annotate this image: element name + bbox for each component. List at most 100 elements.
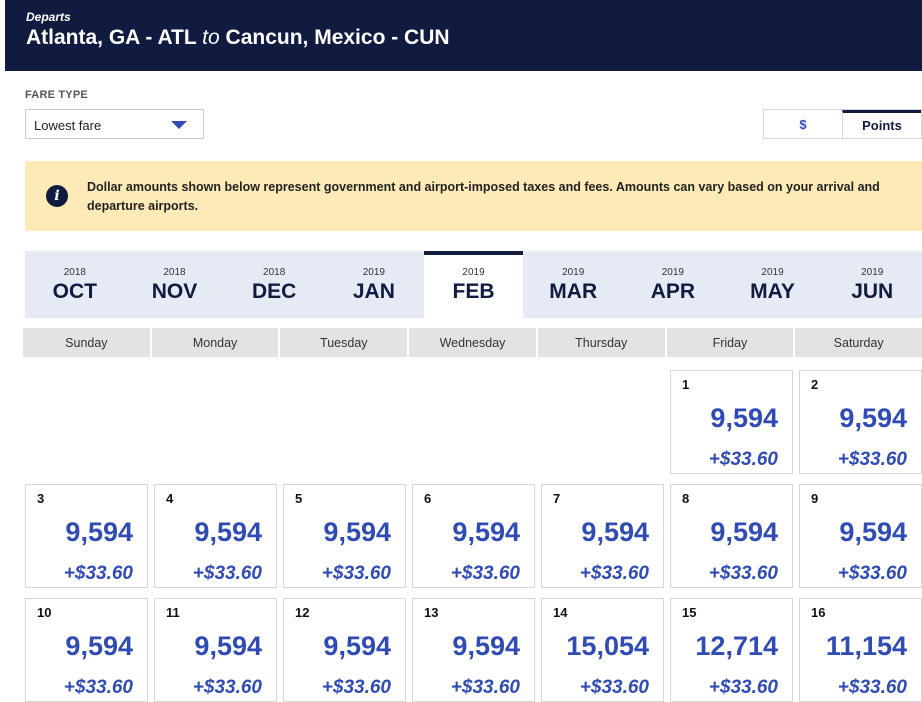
day-number: 4	[166, 491, 174, 506]
month-tab-label: APR	[650, 280, 696, 303]
month-tab-year: 2019	[562, 267, 585, 278]
points-price: 11,154	[825, 631, 907, 661]
month-tab-year: 2019	[861, 267, 884, 278]
taxes-fee: +$33.60	[450, 563, 520, 584]
points-price: 12,714	[695, 631, 778, 661]
calendar-day-1[interactable]: 1 9,594 +$33.60	[670, 370, 793, 474]
taxes-fee: +$33.60	[63, 677, 133, 698]
taxes-fee: +$33.60	[63, 563, 133, 584]
taxes-fee: +$33.60	[192, 677, 262, 698]
month-tab-year: 2019	[362, 267, 385, 278]
day-number: 13	[424, 605, 439, 620]
calendar-day-7[interactable]: 7 9,594 +$33.60	[541, 484, 664, 588]
points-price: 9,594	[839, 517, 907, 547]
day-number: 8	[682, 491, 690, 506]
calendar-day-16[interactable]: 16 11,154 +$33.60	[799, 598, 922, 702]
destination-city: Cancun, Mexico - CUN	[225, 26, 450, 49]
calendar-day-5[interactable]: 5 9,594 +$33.60	[283, 484, 406, 588]
taxes-fee: +$33.60	[837, 449, 907, 470]
taxes-fee: +$33.60	[708, 563, 778, 584]
taxes-fee: +$33.60	[192, 563, 262, 584]
points-price: 9,594	[839, 403, 907, 433]
taxes-fee: +$33.60	[579, 563, 649, 584]
month-tab-label: JUN	[851, 280, 894, 303]
weekday-friday: Friday	[666, 328, 794, 357]
day-number: 1	[682, 377, 690, 392]
month-tab-year: 2019	[462, 267, 485, 278]
weekday-sunday: Sunday	[23, 328, 150, 357]
month-tab-apr[interactable]: 2019 APR	[623, 251, 723, 318]
day-number: 11	[166, 605, 180, 620]
calendar-day-6[interactable]: 6 9,594 +$33.60	[412, 484, 535, 588]
dollars-toggle-option[interactable]: $	[764, 110, 842, 138]
chevron-down-icon	[171, 121, 187, 129]
taxes-fee: +$33.60	[321, 563, 391, 584]
month-tab-feb[interactable]: 2019 FEB	[423, 251, 524, 318]
weekday-header: Sunday Monday Tuesday Wednesday Thursday Frid…	[23, 328, 922, 357]
taxes-fee: +$33.60	[579, 677, 649, 698]
weekday-monday: Monday	[151, 328, 279, 357]
departs-label: Departs	[26, 10, 71, 24]
calendar-day-11[interactable]: 11 9,594 +$33.60	[154, 598, 277, 702]
points-price: 9,594	[452, 517, 520, 547]
month-tab-label: OCT	[52, 280, 97, 303]
calendar-day-8[interactable]: 8 9,594 +$33.60	[670, 484, 793, 588]
points-price: 9,594	[452, 631, 520, 661]
month-tab-jan[interactable]: 2019 JAN	[324, 251, 424, 318]
month-tab-year: 2018	[263, 267, 286, 278]
fare-type-label: FARE TYPE	[25, 89, 88, 101]
calendar-day-14[interactable]: 14 15,054 +$33.60	[541, 598, 664, 702]
month-tab-may[interactable]: 2019 MAY	[723, 251, 823, 318]
points-price: 15,054	[566, 631, 649, 661]
points-toggle-option[interactable]: Points	[842, 110, 921, 138]
taxes-fee: +$33.60	[837, 563, 907, 584]
origin-city: Atlanta, GA - ATL	[26, 26, 197, 49]
day-number: 9	[811, 491, 819, 506]
day-number: 12	[295, 605, 310, 620]
month-tab-year: 2018	[63, 267, 86, 278]
points-price: 9,594	[65, 517, 133, 547]
month-tab-dec[interactable]: 2018 DEC	[224, 251, 324, 318]
month-tab-oct[interactable]: 2018 OCT	[25, 251, 125, 318]
calendar-day-9[interactable]: 9 9,594 +$33.60	[799, 484, 922, 588]
day-number: 7	[553, 491, 561, 506]
month-tabs: 2018 OCT 2018 NOV 2018 DEC 2019 JAN 2019 FEB 2019 M…	[25, 251, 922, 318]
month-tab-year: 2018	[163, 267, 186, 278]
day-number: 15	[682, 605, 697, 620]
currency-toggle[interactable]: $ Points	[763, 109, 922, 139]
points-price: 9,594	[323, 631, 391, 661]
points-price: 9,594	[194, 631, 262, 661]
month-tab-jun[interactable]: 2019 JUN	[822, 251, 922, 318]
month-tab-mar[interactable]: 2019 MAR	[523, 251, 623, 318]
calendar-day-15[interactable]: 15 12,714 +$33.60	[670, 598, 793, 702]
points-price: 9,594	[710, 403, 778, 433]
weekday-saturday: Saturday	[795, 328, 922, 357]
month-tab-label: DEC	[252, 280, 297, 303]
month-tab-label: NOV	[151, 280, 198, 303]
calendar-day-10[interactable]: 10 9,594 +$33.60	[25, 598, 148, 702]
day-number: 6	[424, 491, 432, 506]
day-number: 2	[811, 377, 819, 392]
month-tab-year: 2019	[661, 267, 684, 278]
calendar-day-13[interactable]: 13 9,594 +$33.60	[412, 598, 535, 702]
points-price: 9,594	[194, 517, 262, 547]
route-title: Atlanta, GA - ATL to Cancun, Mexico - CU…	[26, 26, 450, 50]
points-price: 9,594	[65, 631, 133, 661]
calendar-day-3[interactable]: 3 9,594 +$33.60	[25, 484, 148, 588]
month-tab-nov[interactable]: 2018 NOV	[125, 251, 225, 318]
day-number: 10	[37, 605, 52, 620]
route-to-word: to	[202, 26, 220, 49]
fare-type-value: Lowest fare	[34, 118, 102, 133]
fare-type-select[interactable]: Lowest fare	[25, 109, 204, 139]
calendar-day-12[interactable]: 12 9,594 +$33.60	[283, 598, 406, 702]
info-icon: i	[46, 185, 68, 207]
month-tab-label: MAR	[549, 280, 598, 303]
calendar-day-4[interactable]: 4 9,594 +$33.60	[154, 484, 277, 588]
month-tab-label: MAY	[750, 280, 795, 303]
flight-header: Departs Atlanta, GA - ATL to Cancun, Mex…	[5, 0, 922, 71]
calendar-day-2[interactable]: 2 9,594 +$33.60	[799, 370, 922, 474]
weekday-tuesday: Tuesday	[280, 328, 408, 357]
day-number: 16	[811, 605, 826, 620]
weekday-thursday: Thursday	[537, 328, 665, 357]
points-price: 9,594	[323, 517, 391, 547]
